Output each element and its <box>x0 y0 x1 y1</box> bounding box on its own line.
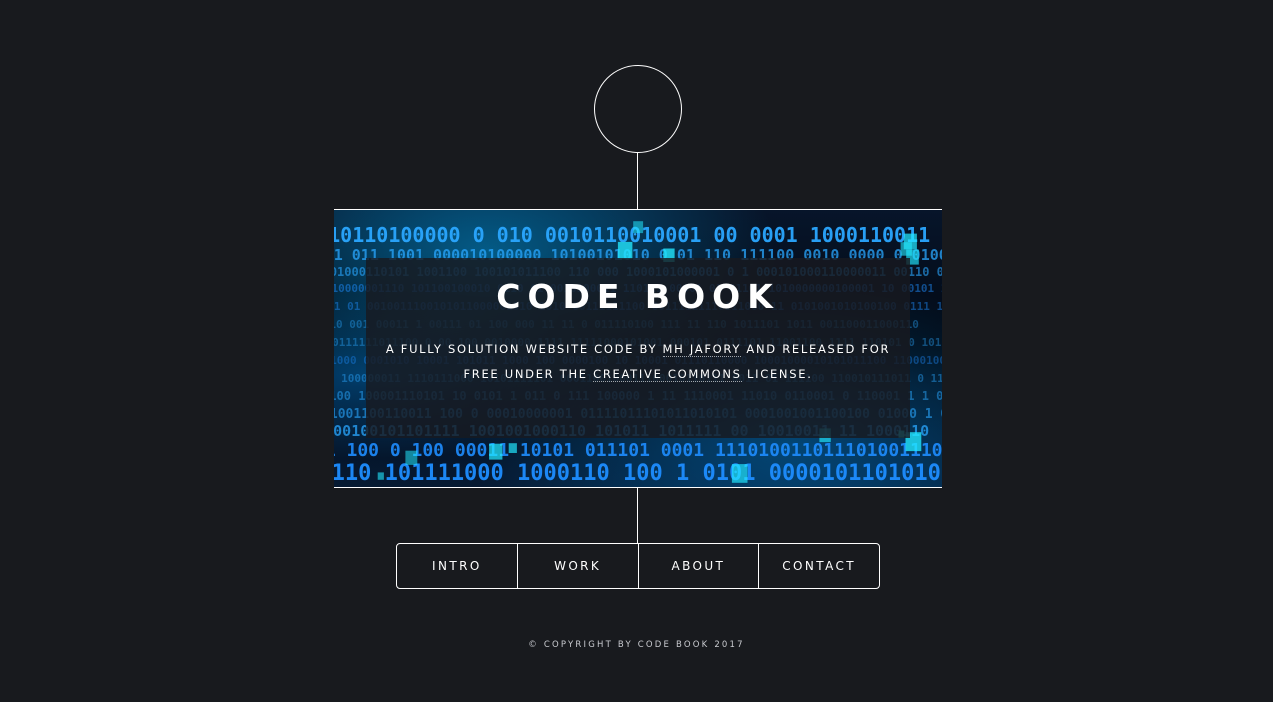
hero-banner: 10110100000 0 010 0010110010001 00 0001 … <box>334 209 942 488</box>
main-nav: INTRO WORK ABOUT CONTACT <box>396 543 880 589</box>
binary-glow <box>633 221 644 234</box>
nav-work[interactable]: WORK <box>516 544 638 588</box>
connector-line-bottom <box>637 487 638 543</box>
nav-contact[interactable]: CONTACT <box>758 544 879 588</box>
circle-logo-icon[interactable] <box>594 65 682 153</box>
binary-glow <box>617 241 633 260</box>
binary-glow <box>731 464 748 483</box>
binary-glow <box>405 450 418 465</box>
binary-glow <box>508 443 517 453</box>
page: 10110100000 0 010 0010110010001 00 0001 … <box>0 0 1273 702</box>
binary-row: 1 100 0 100 00011 10101 011101 0001 1110… <box>334 440 942 461</box>
license-link[interactable]: CREATIVE COMMONS <box>593 367 742 382</box>
footer-copyright: © COPYRIGHT BY CODE BOOK 2017 <box>528 640 745 650</box>
hero-desc-text-3: LICENSE. <box>741 367 813 381</box>
hero-panel: CODE BOOK A FULLY SOLUTION WEBSITE CODE … <box>366 258 910 438</box>
binary-glow <box>377 472 384 480</box>
binary-glow <box>903 233 917 250</box>
page-title: CODE BOOK <box>496 277 780 316</box>
hero-desc-text-1: A FULLY SOLUTION WEBSITE CODE BY <box>385 342 663 356</box>
binary-glow <box>489 443 503 460</box>
binary-row: 110 101111000 1000110 100 1 0101 0000101… <box>334 461 942 486</box>
author-link[interactable]: MH JAFORY <box>662 342 742 357</box>
nav-about[interactable]: ABOUT <box>637 544 759 588</box>
connector-line-top <box>637 153 638 209</box>
nav-intro[interactable]: INTRO <box>397 544 517 588</box>
hero-description: A FULLY SOLUTION WEBSITE CODE BY MH JAFO… <box>366 337 910 387</box>
